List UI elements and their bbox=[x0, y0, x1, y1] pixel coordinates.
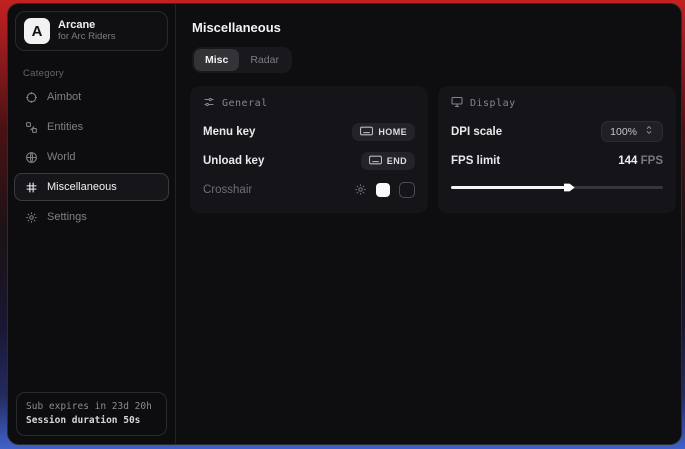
main-content: Miscellaneous Misc Radar General Menu ke… bbox=[176, 4, 682, 444]
fps-limit-value: 144 FPS bbox=[618, 155, 663, 167]
session-duration-text: Session duration 50s bbox=[26, 414, 157, 428]
crosshair-label: Crosshair bbox=[203, 184, 252, 196]
menu-key-row: Menu key HOME bbox=[203, 121, 415, 142]
sidebar-item-miscellaneous[interactable]: Miscellaneous bbox=[14, 173, 169, 201]
keyboard-icon bbox=[360, 126, 373, 138]
sidebar-nav: Aimbot Entities World bbox=[8, 83, 175, 231]
session-info-box: Sub expires in 23d 20h Session duration … bbox=[16, 392, 167, 437]
globe-icon bbox=[24, 150, 38, 164]
brand-text: Arcane for Arc Riders bbox=[58, 19, 138, 43]
fps-limit-slider[interactable] bbox=[451, 181, 663, 193]
menu-key-value: HOME bbox=[378, 127, 407, 137]
menu-key-button[interactable]: HOME bbox=[352, 123, 415, 141]
sidebar-spacer bbox=[8, 231, 175, 384]
brand-card: A Arcane for Arc Riders bbox=[15, 11, 168, 51]
chevrons-up-down-icon bbox=[644, 125, 654, 138]
sub-expiry-text: Sub expires in 23d 20h bbox=[26, 400, 157, 414]
crosshair-controls bbox=[354, 182, 415, 198]
entities-icon bbox=[24, 120, 38, 134]
general-card-title: General bbox=[222, 98, 268, 109]
sidebar-item-label: Settings bbox=[47, 211, 87, 223]
sidebar-item-label: Entities bbox=[47, 121, 83, 133]
sidebar-item-world[interactable]: World bbox=[14, 143, 169, 171]
crosshair-icon bbox=[24, 90, 38, 104]
menu-key-label: Menu key bbox=[203, 126, 255, 138]
display-card: Display DPI scale 100% FPS limit bbox=[438, 86, 676, 213]
category-label: Category bbox=[23, 68, 175, 79]
crosshair-color-swatch[interactable] bbox=[376, 183, 390, 197]
sidebar-item-label: World bbox=[47, 151, 76, 163]
unload-key-value: END bbox=[387, 156, 407, 166]
app-logo: A bbox=[24, 18, 50, 44]
dpi-scale-row: DPI scale 100% bbox=[451, 121, 663, 142]
general-card: General Menu key HOME Unload key bbox=[190, 86, 428, 213]
sidebar-item-aimbot[interactable]: Aimbot bbox=[14, 83, 169, 111]
app-window: A Arcane for Arc Riders Category Aimbot bbox=[7, 3, 682, 445]
crosshair-row: Crosshair bbox=[203, 179, 415, 200]
page-title: Miscellaneous bbox=[192, 20, 676, 35]
sidebar-item-label: Miscellaneous bbox=[47, 181, 117, 193]
crosshair-settings-gear-icon[interactable] bbox=[354, 183, 367, 196]
dpi-scale-label: DPI scale bbox=[451, 126, 502, 138]
grid-icon bbox=[24, 180, 38, 194]
tab-radar[interactable]: Radar bbox=[239, 49, 290, 71]
slider-fill-and-thumb[interactable] bbox=[451, 186, 568, 189]
fps-limit-label: FPS limit bbox=[451, 155, 500, 167]
dpi-scale-value: 100% bbox=[610, 126, 637, 138]
app-subtitle: for Arc Riders bbox=[58, 32, 138, 43]
dpi-scale-select[interactable]: 100% bbox=[601, 121, 663, 142]
unload-key-button[interactable]: END bbox=[361, 152, 415, 170]
app-name: Arcane bbox=[58, 19, 138, 32]
fps-limit-row: FPS limit 144 FPS bbox=[451, 150, 663, 171]
crosshair-checkbox[interactable] bbox=[399, 182, 415, 198]
refresh-icon[interactable] bbox=[146, 25, 159, 38]
tab-bar: Misc Radar bbox=[192, 47, 292, 73]
sidebar: A Arcane for Arc Riders Category Aimbot bbox=[8, 4, 176, 444]
monitor-icon bbox=[451, 96, 463, 111]
unload-key-label: Unload key bbox=[203, 155, 264, 167]
sidebar-item-label: Aimbot bbox=[47, 91, 81, 103]
display-card-header: Display bbox=[451, 96, 663, 111]
fps-unit: FPS bbox=[641, 155, 663, 167]
sidebar-item-settings[interactable]: Settings bbox=[14, 203, 169, 231]
gear-icon bbox=[24, 210, 38, 224]
keyboard-icon bbox=[369, 155, 382, 167]
sidebar-item-entities[interactable]: Entities bbox=[14, 113, 169, 141]
general-card-header: General bbox=[203, 96, 415, 111]
tab-misc[interactable]: Misc bbox=[194, 49, 239, 71]
sliders-icon bbox=[203, 96, 215, 111]
panels-row: General Menu key HOME Unload key bbox=[190, 86, 676, 213]
unload-key-row: Unload key END bbox=[203, 150, 415, 171]
display-card-title: Display bbox=[470, 98, 516, 109]
fps-number: 144 bbox=[618, 155, 637, 167]
